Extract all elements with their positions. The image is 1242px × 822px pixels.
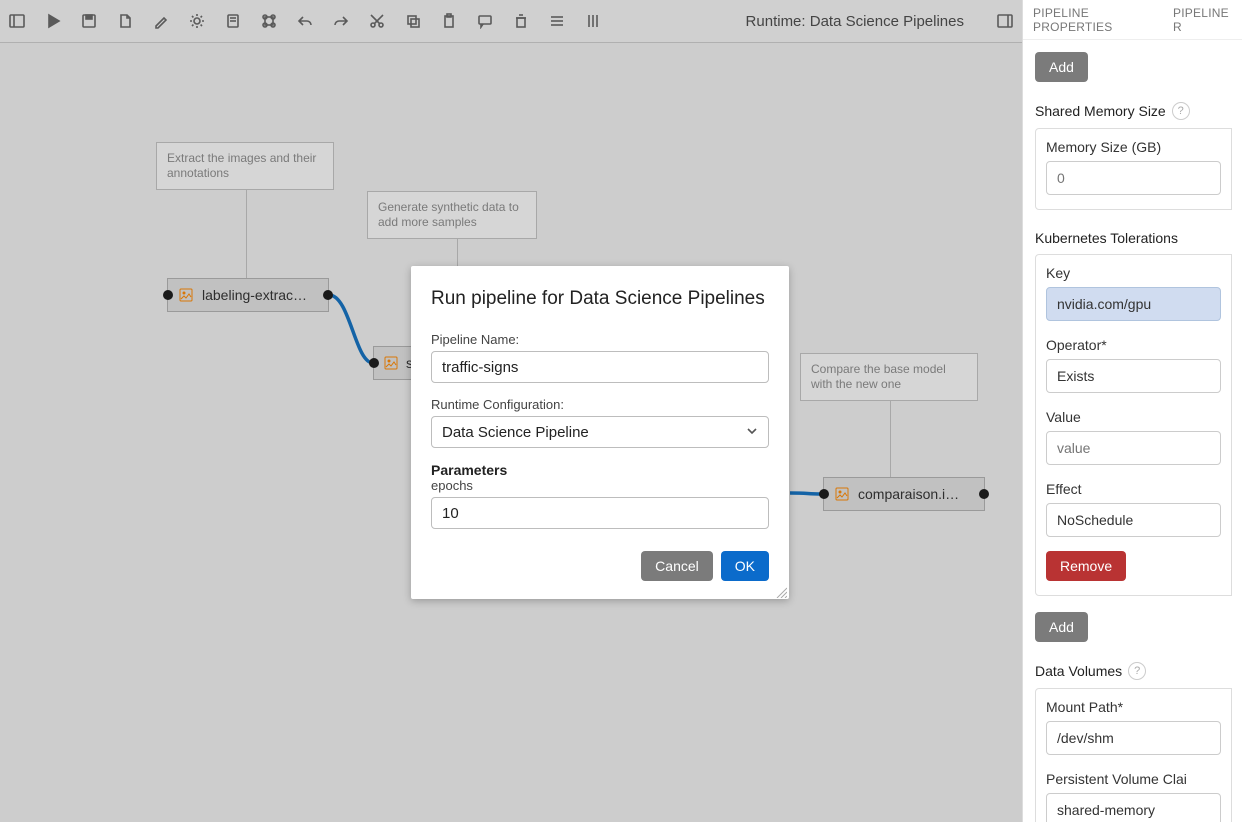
label-epochs: epochs bbox=[431, 478, 769, 493]
resize-handle-icon[interactable] bbox=[775, 585, 787, 597]
runtime-config-value: Data Science Pipeline bbox=[442, 424, 589, 441]
pipeline-name-input[interactable] bbox=[431, 351, 769, 383]
cancel-button[interactable]: Cancel bbox=[641, 551, 713, 581]
chevron-down-icon bbox=[746, 424, 758, 441]
ok-button[interactable]: OK bbox=[721, 551, 769, 581]
label-runtime-config: Runtime Configuration: bbox=[431, 397, 769, 412]
parameters-title: Parameters bbox=[431, 462, 769, 478]
epochs-input[interactable] bbox=[431, 497, 769, 529]
run-pipeline-modal: Run pipeline for Data Science Pipelines … bbox=[411, 266, 789, 599]
label-pipeline-name: Pipeline Name: bbox=[431, 332, 769, 347]
modal-backdrop: Run pipeline for Data Science Pipelines … bbox=[0, 0, 1242, 822]
runtime-config-select[interactable]: Data Science Pipeline bbox=[431, 416, 769, 448]
modal-title: Run pipeline for Data Science Pipelines bbox=[431, 288, 769, 310]
